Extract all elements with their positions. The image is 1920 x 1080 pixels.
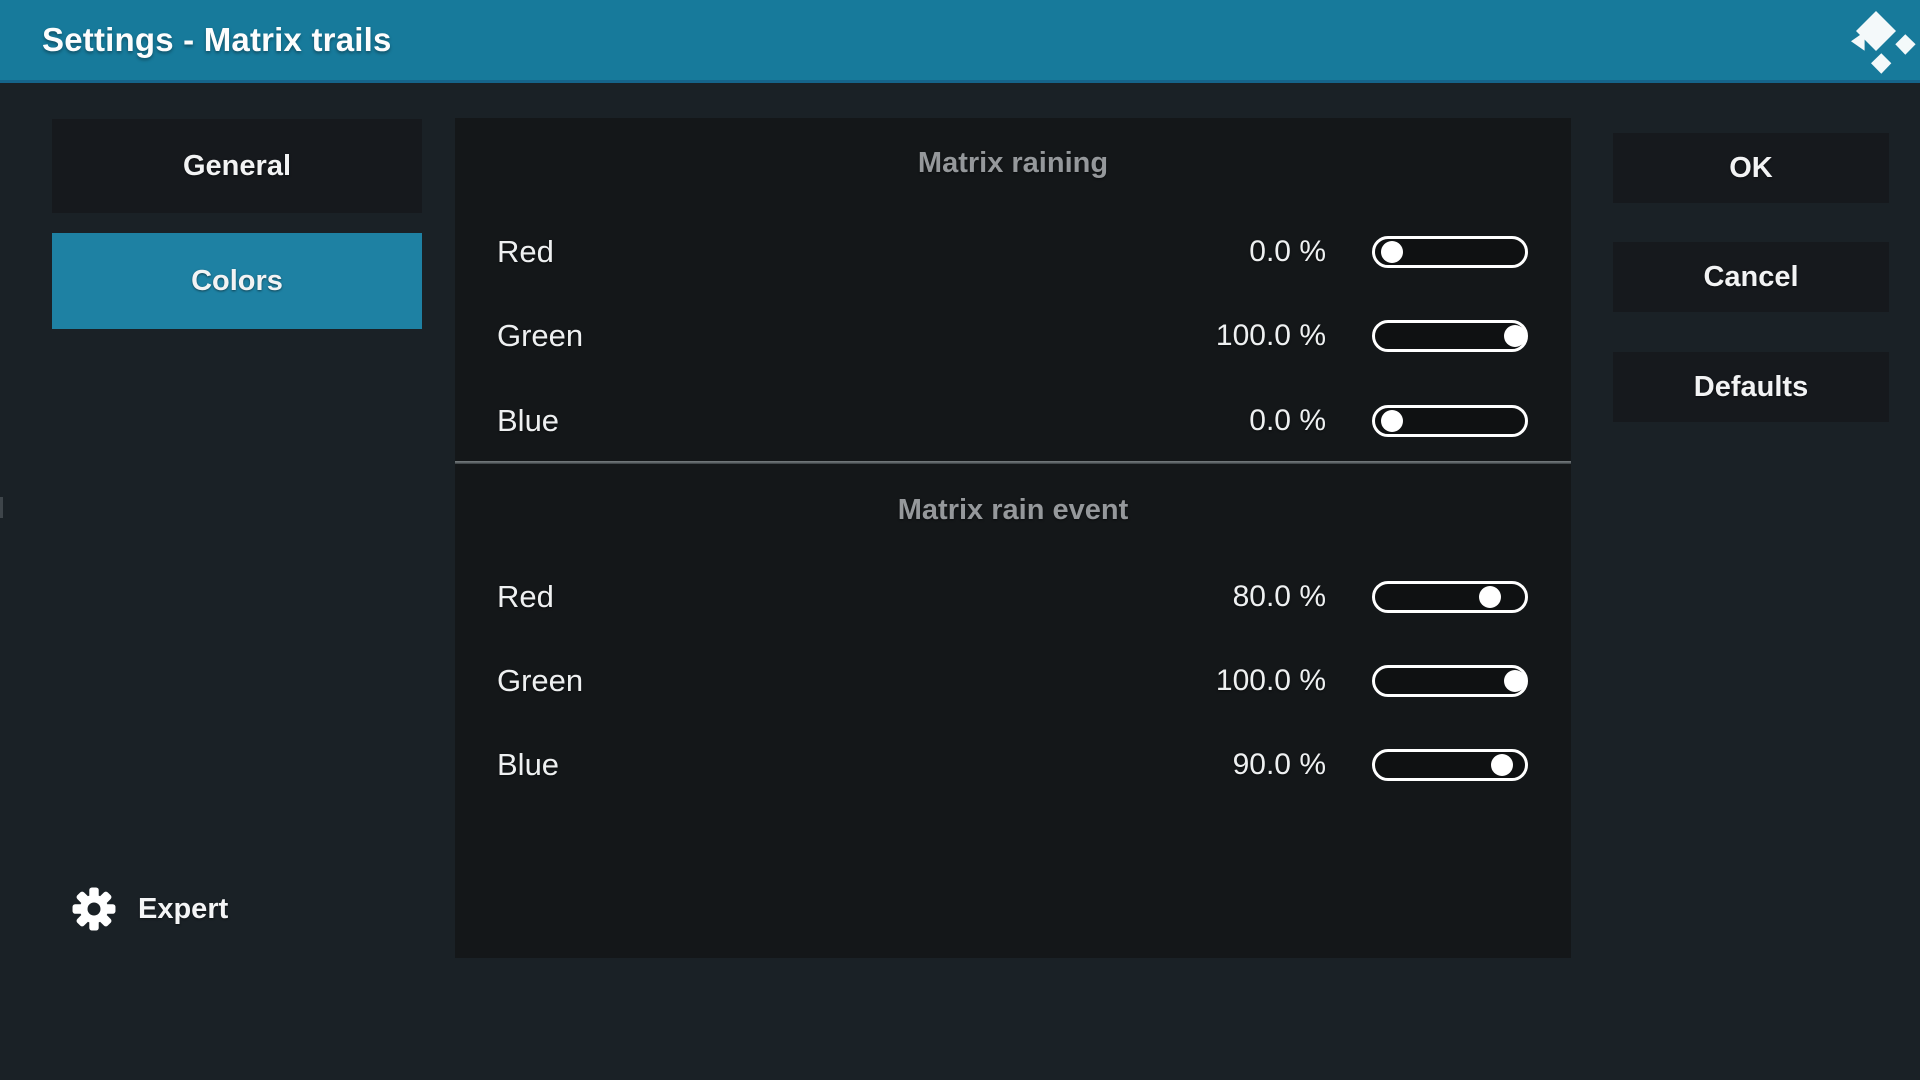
raining-blue-slider[interactable] — [1372, 405, 1528, 437]
setting-label: Blue — [497, 403, 1249, 439]
setting-row-raining-green[interactable]: Green 100.0 % — [455, 306, 1571, 366]
slider-knob[interactable] — [1479, 586, 1501, 608]
setting-label: Green — [497, 318, 1216, 354]
slider-knob[interactable] — [1504, 670, 1526, 692]
settings-level-label: Expert — [138, 893, 228, 926]
section-title-matrix-raining: Matrix raining — [455, 138, 1571, 188]
setting-value: 90.0 % — [1233, 748, 1326, 782]
slider-knob[interactable] — [1381, 241, 1403, 263]
tab-general[interactable]: General — [52, 119, 422, 213]
section-title-matrix-rain-event: Matrix rain event — [455, 485, 1571, 535]
setting-value: 100.0 % — [1216, 319, 1326, 353]
tab-colors[interactable]: Colors — [52, 233, 422, 329]
slider-knob[interactable] — [1491, 754, 1513, 776]
setting-label: Green — [497, 663, 1216, 699]
section-separator — [455, 461, 1571, 464]
setting-row-raining-red[interactable]: Red 0.0 % — [455, 222, 1571, 282]
gear-icon — [72, 887, 116, 931]
setting-row-event-blue[interactable]: Blue 90.0 % — [455, 735, 1571, 795]
left-edge-mark — [0, 497, 3, 518]
setting-value: 0.0 % — [1249, 235, 1326, 269]
event-red-slider[interactable] — [1372, 581, 1528, 613]
settings-dialog: Settings - Matrix trails General Colors … — [0, 0, 1920, 1080]
cancel-button[interactable]: Cancel — [1613, 242, 1889, 312]
slider-knob[interactable] — [1504, 325, 1526, 347]
settings-level-toggle[interactable]: Expert — [72, 885, 228, 933]
setting-value: 80.0 % — [1233, 580, 1326, 614]
kodi-logo-icon — [1851, 11, 1916, 74]
setting-row-event-green[interactable]: Green 100.0 % — [455, 651, 1571, 711]
event-green-slider[interactable] — [1372, 665, 1528, 697]
ok-button[interactable]: OK — [1613, 133, 1889, 203]
raining-green-slider[interactable] — [1372, 320, 1528, 352]
setting-label: Blue — [497, 747, 1233, 783]
raining-red-slider[interactable] — [1372, 236, 1528, 268]
title-bar: Settings - Matrix trails — [0, 0, 1920, 83]
setting-row-raining-blue[interactable]: Blue 0.0 % — [455, 391, 1571, 451]
setting-value: 100.0 % — [1216, 664, 1326, 698]
setting-row-event-red[interactable]: Red 80.0 % — [455, 567, 1571, 627]
dialog-title: Settings - Matrix trails — [42, 21, 392, 59]
settings-panel: Matrix raining Red 0.0 % Green 100.0 % B… — [455, 118, 1571, 958]
slider-knob[interactable] — [1381, 410, 1403, 432]
setting-label: Red — [497, 234, 1249, 270]
defaults-button[interactable]: Defaults — [1613, 352, 1889, 422]
setting-value: 0.0 % — [1249, 404, 1326, 438]
setting-label: Red — [497, 579, 1233, 615]
event-blue-slider[interactable] — [1372, 749, 1528, 781]
